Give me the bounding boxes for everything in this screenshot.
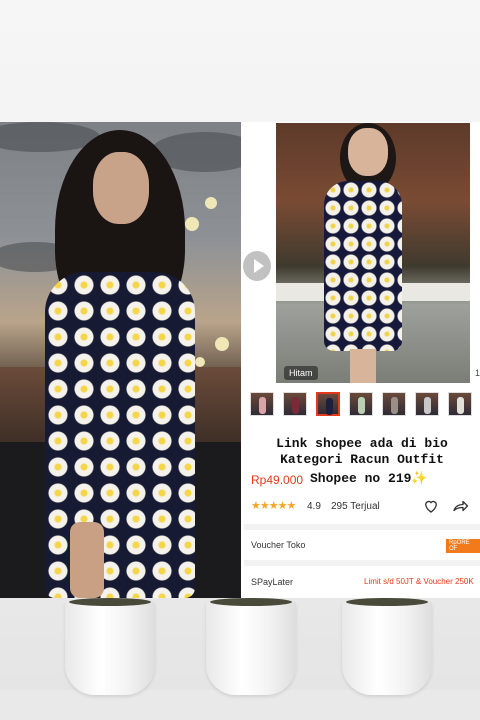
variant-thumbnail[interactable] [250, 392, 274, 416]
variant-thumbnail-selected[interactable] [316, 392, 340, 416]
star-icon: ★★★★★ [251, 500, 296, 512]
paylater-promo: Limit s/d 50JT & Voucher 250K [364, 577, 474, 586]
video-frame-photo [0, 122, 241, 598]
divider [244, 560, 480, 566]
video-composite: Hitam 1 Link shopee ada di bio Kategori … [0, 122, 480, 598]
variant-thumbnail[interactable] [448, 392, 472, 416]
variant-label: Hitam [284, 366, 318, 380]
person-face [93, 152, 149, 224]
product-panel: Hitam 1 Link shopee ada di bio Kategori … [244, 122, 480, 598]
variant-thumbnail[interactable] [349, 392, 373, 416]
plant-pot [65, 598, 155, 695]
caption-overlay: Link shopee ada di bio Kategori Racun Ou… [244, 436, 480, 468]
heart-icon[interactable] [422, 497, 440, 515]
sold-count: 295 Terjual [331, 501, 380, 512]
paylater-label: SPayLater [251, 577, 294, 587]
caption-line: Kategori Racun Outfit [280, 452, 444, 467]
variant-thumbnail[interactable] [382, 392, 406, 416]
daisy-dress [45, 272, 195, 598]
caption-line: Shopee no 219✨ [310, 471, 428, 486]
model-legs [350, 349, 376, 383]
sparkle-icon: ✨ [411, 471, 428, 486]
paylater-row[interactable]: SPayLater Limit s/d 50JT & Voucher 250K [244, 572, 480, 594]
voucher-badge: RpORE OF [446, 539, 480, 553]
plant-pot [206, 598, 296, 695]
person-leg [70, 522, 104, 598]
plant-pot [342, 598, 432, 695]
variant-thumbnails [250, 392, 480, 418]
model-face [348, 128, 388, 176]
rating-value: 4.9 [307, 501, 321, 512]
divider [244, 524, 480, 530]
caption-text: Shopee no 219 [310, 471, 412, 486]
variant-thumbnail[interactable] [415, 392, 439, 416]
caption-line: Link shopee ada di bio [276, 436, 448, 451]
rating-row: ★★★★★ 4.9 295 Terjual [251, 499, 480, 515]
product-image[interactable]: Hitam [276, 123, 470, 383]
share-icon[interactable] [451, 497, 469, 515]
voucher-label: Voucher Toko [251, 540, 306, 550]
voucher-row[interactable]: Voucher Toko RpORE OF [244, 534, 480, 556]
model-dress [324, 181, 402, 351]
variant-thumbnail[interactable] [283, 392, 307, 416]
play-icon[interactable] [243, 251, 271, 281]
product-price: Rp49.000 [251, 473, 304, 487]
image-page-count: 1 [475, 368, 480, 378]
